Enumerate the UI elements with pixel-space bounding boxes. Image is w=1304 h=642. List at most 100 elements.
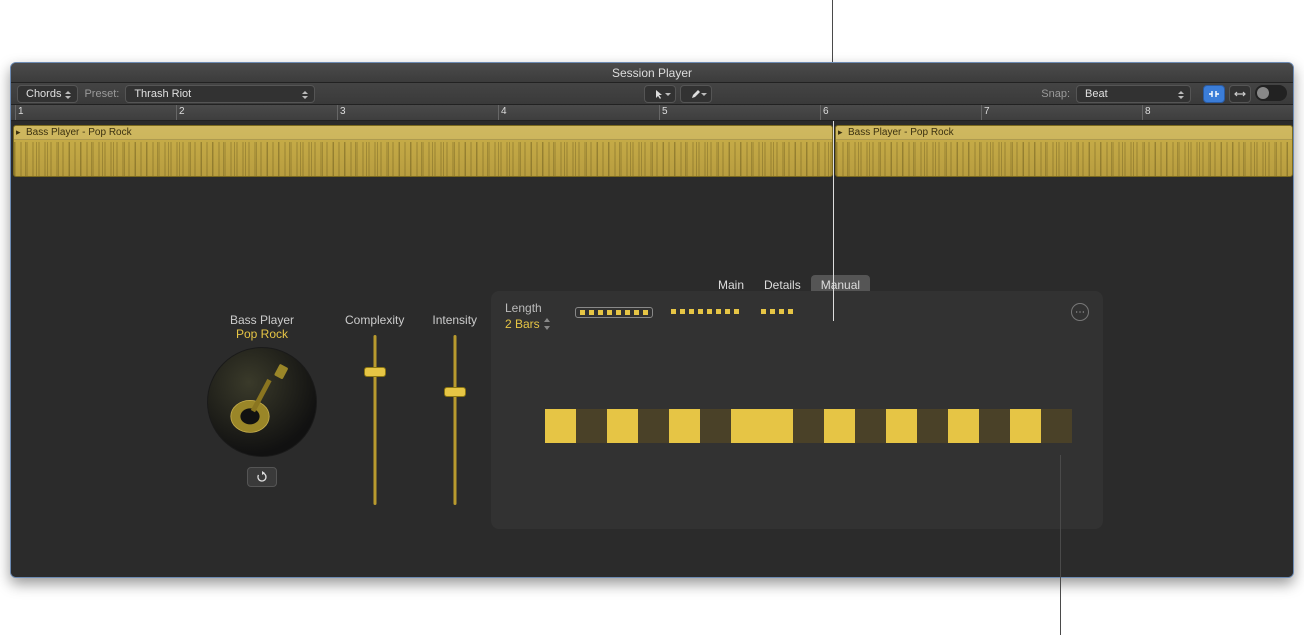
step-cell[interactable] xyxy=(545,409,576,443)
ruler-number: 1 xyxy=(18,106,24,117)
timeline-ruler[interactable]: 12345678 xyxy=(11,105,1293,121)
ruler-number: 3 xyxy=(340,106,346,117)
region-label: Bass Player - Pop Rock xyxy=(836,126,1292,140)
ruler-mark xyxy=(498,105,499,120)
ruler-mark xyxy=(337,105,338,120)
pattern-bar-2[interactable] xyxy=(757,307,797,318)
step-cell[interactable] xyxy=(700,409,731,443)
mini-step xyxy=(725,309,730,314)
slider-label: Complexity xyxy=(345,313,404,327)
intensity-slider[interactable] xyxy=(445,335,465,505)
step-cell[interactable] xyxy=(1010,409,1041,443)
step-cell[interactable] xyxy=(824,409,855,443)
mini-step xyxy=(589,310,594,315)
chords-label: Chords xyxy=(26,88,61,100)
step-cell[interactable] xyxy=(917,409,948,443)
pointer-tool-button[interactable] xyxy=(644,85,676,103)
playhead[interactable] xyxy=(833,121,834,321)
slider-thumb[interactable] xyxy=(444,387,466,397)
ruler-mark xyxy=(659,105,660,120)
mini-step xyxy=(671,309,676,314)
step-cell[interactable] xyxy=(669,409,700,443)
link-toggle[interactable] xyxy=(1255,85,1287,101)
ruler-mark xyxy=(981,105,982,120)
snap-label: Snap: xyxy=(1041,88,1070,100)
chords-select[interactable]: Chords xyxy=(17,85,78,103)
preset-label: Preset: xyxy=(84,88,119,100)
stepper-icon xyxy=(544,318,552,330)
mini-step xyxy=(770,309,775,314)
mini-step xyxy=(689,309,694,314)
ruler-number: 7 xyxy=(984,106,990,117)
mini-step xyxy=(716,309,721,314)
player-block: Bass Player Pop Rock Complexity Intensit… xyxy=(207,313,477,505)
length-value: 2 Bars xyxy=(505,317,540,331)
step-sequencer xyxy=(545,409,1072,443)
callout-line-top xyxy=(832,0,833,62)
ruler-mark xyxy=(176,105,177,120)
waveform xyxy=(14,142,832,176)
snap-value: Beat xyxy=(1085,88,1108,100)
ruler-mark xyxy=(1142,105,1143,120)
player-title: Bass Player xyxy=(207,313,317,327)
mini-step xyxy=(598,310,603,315)
waveform xyxy=(836,142,1292,176)
ruler-mark xyxy=(15,105,16,120)
region-label: Bass Player - Pop Rock xyxy=(14,126,832,140)
mini-step xyxy=(788,309,793,314)
audio-region[interactable]: Bass Player - Pop Rock xyxy=(13,125,833,177)
step-cell[interactable] xyxy=(948,409,979,443)
step-cell[interactable] xyxy=(607,409,638,443)
step-cell[interactable] xyxy=(576,409,607,443)
step-cell[interactable] xyxy=(979,409,1010,443)
ruler-mark xyxy=(820,105,821,120)
mini-step xyxy=(643,310,648,315)
step-cell[interactable] xyxy=(886,409,917,443)
pencil-tool-button[interactable] xyxy=(680,85,712,103)
step-cell[interactable] xyxy=(1041,409,1072,443)
preset-value: Thrash Riot xyxy=(134,88,191,100)
mini-step xyxy=(616,310,621,315)
more-options-button[interactable]: ⋯ xyxy=(1071,303,1089,321)
pattern-bar-0[interactable] xyxy=(575,307,653,318)
stretch-button[interactable] xyxy=(1229,85,1251,103)
mini-step xyxy=(625,310,630,315)
snap-align-button[interactable] xyxy=(1203,85,1225,103)
mini-step xyxy=(707,309,712,314)
slider-label: Intensity xyxy=(432,313,477,327)
step-cell[interactable] xyxy=(762,409,793,443)
step-cell[interactable] xyxy=(638,409,669,443)
window-title: Session Player xyxy=(11,63,1293,83)
length-value-stepper[interactable]: 2 Bars xyxy=(505,317,552,331)
snap-select[interactable]: Beat xyxy=(1076,85,1191,103)
step-cell[interactable] xyxy=(855,409,886,443)
ruler-number: 5 xyxy=(662,106,668,117)
pattern-editor-panel: Length 2 Bars ⋯ xyxy=(491,291,1103,529)
ruler-number: 8 xyxy=(1145,106,1151,117)
mini-step xyxy=(698,309,703,314)
step-cell[interactable] xyxy=(731,409,762,443)
mini-step xyxy=(779,309,784,314)
app-window: Session Player Chords Preset: Thrash Rio… xyxy=(10,62,1294,578)
mini-step xyxy=(734,309,739,314)
callout-line-bottom xyxy=(1060,455,1061,635)
regenerate-button[interactable] xyxy=(247,467,277,487)
mini-step xyxy=(680,309,685,314)
ruler-number: 2 xyxy=(179,106,185,117)
mini-step xyxy=(580,310,585,315)
toolbar: Chords Preset: Thrash Riot Snap: Beat xyxy=(11,83,1293,105)
player-style: Pop Rock xyxy=(207,327,317,341)
step-cell[interactable] xyxy=(793,409,824,443)
complexity-slider[interactable] xyxy=(365,335,385,505)
preset-select[interactable]: Thrash Riot xyxy=(125,85,315,103)
pattern-bar-1[interactable] xyxy=(667,307,743,318)
player-avatar[interactable] xyxy=(207,347,317,457)
audio-region[interactable]: Bass Player - Pop Rock xyxy=(835,125,1293,177)
bass-guitar-icon xyxy=(222,362,302,442)
mini-step xyxy=(634,310,639,315)
pattern-overview[interactable] xyxy=(575,307,797,318)
track-area[interactable]: Bass Player - Pop Rock Bass Player - Pop … xyxy=(11,121,1293,181)
mini-step xyxy=(607,310,612,315)
ruler-number: 6 xyxy=(823,106,829,117)
slider-thumb[interactable] xyxy=(364,367,386,377)
